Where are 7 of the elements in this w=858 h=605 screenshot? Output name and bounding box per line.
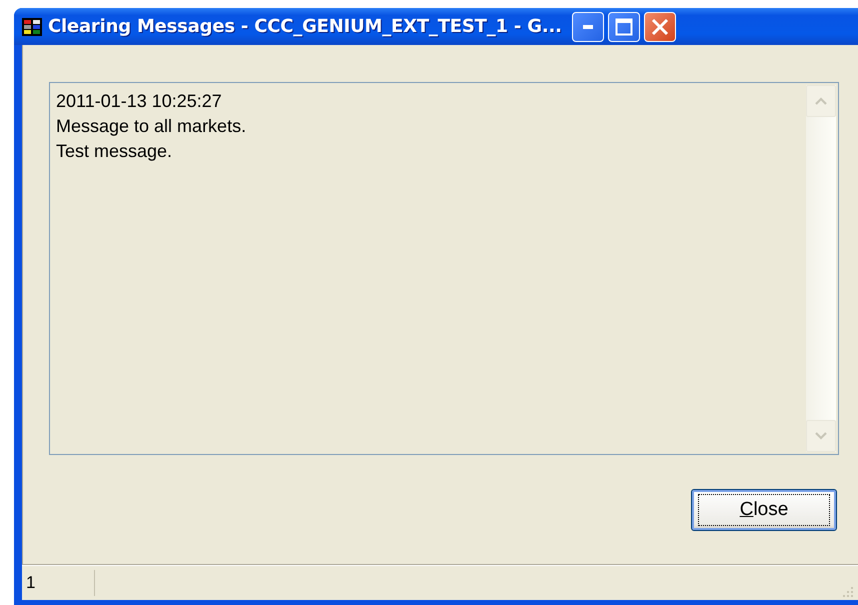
message-line: Test message. (56, 140, 174, 163)
status-panel: 1 (22, 570, 95, 596)
window-title: Clearing Messages - CCC_GENIUM_EXT_TEST_1 - G... (48, 16, 562, 37)
close-dialog-button[interactable]: Close (691, 489, 837, 531)
message-line: Message to all markets. (56, 115, 248, 138)
message-box[interactable]: 2011-01-13 10:25:27 Message to all markets. Test message. (49, 82, 839, 455)
message-line: 2011-01-13 10:25:27 (56, 90, 223, 113)
